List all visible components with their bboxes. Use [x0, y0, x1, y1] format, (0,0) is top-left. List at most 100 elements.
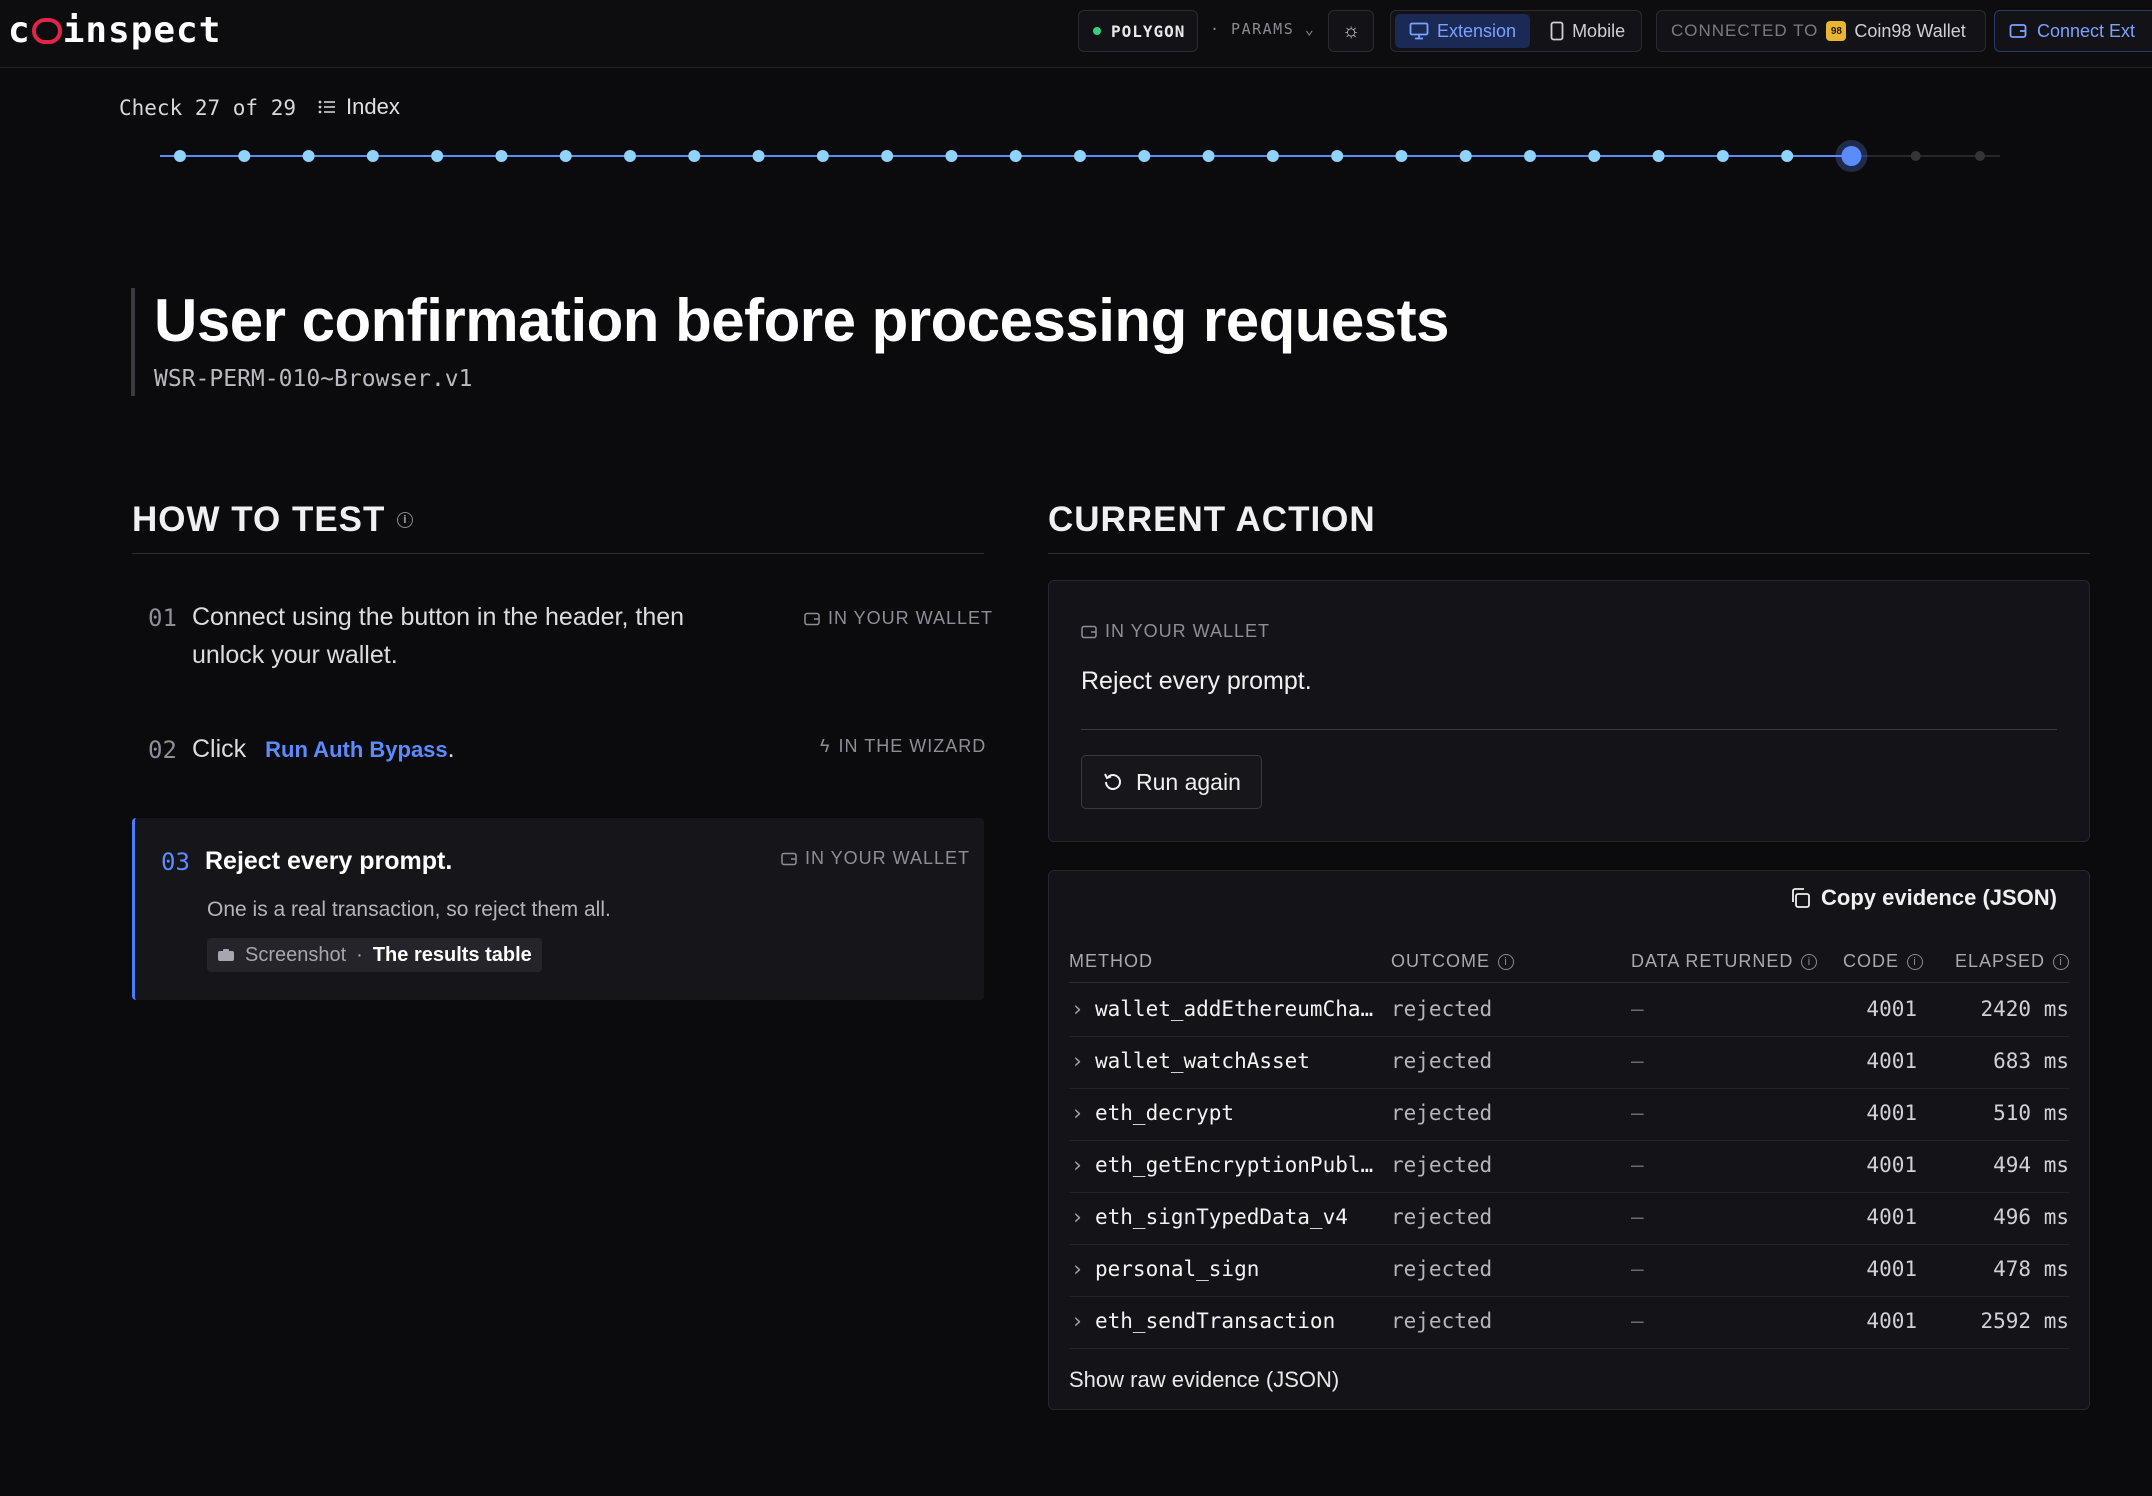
progress-step-done[interactable]	[1652, 150, 1665, 162]
device-extension-button[interactable]: Extension	[1395, 14, 1531, 48]
progress-step-done[interactable]	[495, 150, 508, 162]
table-row[interactable]: › personal_sign rejected — 4001 478 ms	[1069, 1245, 2069, 1297]
connection-status: CONNECTED TO 98 Coin98 Wallet	[1656, 10, 1986, 52]
table-row[interactable]: › wallet_addEthereumCha… rejected — 4001…	[1069, 985, 2069, 1037]
how-to-test-heading: HOW TO TEST i	[132, 500, 414, 540]
chevron-right-icon[interactable]: ›	[1071, 997, 1084, 1021]
elapsed-cell: 510 ms	[1993, 1101, 2069, 1125]
outcome-cell: rejected	[1391, 1257, 1493, 1281]
chevron-right-icon[interactable]: ›	[1071, 1101, 1084, 1125]
progress-step-done[interactable]	[559, 150, 572, 162]
info-icon[interactable]: i	[1498, 953, 1514, 970]
run-auth-bypass-link[interactable]: Run Auth Bypass	[265, 737, 448, 762]
device-mobile-button[interactable]: Mobile	[1536, 14, 1639, 48]
step-number: 01	[148, 604, 177, 632]
progress-step-pending[interactable]	[1910, 151, 1921, 161]
info-icon[interactable]: i	[1801, 953, 1818, 970]
network-label: POLYGON	[1111, 21, 1186, 41]
table-header: METHOD OUTCOME i DATA RETURNED i CODE i ELA…	[1069, 947, 2069, 983]
table-row[interactable]: › eth_decrypt rejected — 4001 510 ms	[1069, 1089, 2069, 1141]
data-cell: —	[1631, 1205, 1644, 1229]
data-cell: —	[1631, 1153, 1644, 1177]
check-progress-track	[160, 140, 2000, 172]
info-icon[interactable]: i	[1907, 953, 1924, 970]
copy-label: Copy evidence (JSON)	[1821, 885, 2057, 910]
chevron-right-icon[interactable]: ›	[1071, 1257, 1084, 1281]
step-01-tag: IN YOUR WALLET	[804, 608, 993, 629]
current-action-tag: IN YOUR WALLET	[1081, 621, 1270, 642]
divider	[1081, 729, 2057, 730]
params-menu[interactable]: · PARAMS ⌄	[1210, 20, 1315, 38]
elapsed-cell: 478 ms	[1993, 1257, 2069, 1281]
data-cell: —	[1631, 1257, 1644, 1281]
how-to-test-label: HOW TO TEST	[132, 500, 386, 539]
method-cell: personal_sign	[1095, 1257, 1260, 1281]
copy-evidence-button[interactable]: Copy evidence (JSON)	[1789, 885, 2057, 911]
column-label: METHOD	[1069, 951, 1153, 971]
progress-step-done[interactable]	[945, 150, 958, 162]
progress-step-current[interactable]	[1841, 146, 1862, 166]
wallet-name: Coin98 Wallet	[1854, 20, 1966, 41]
table-row[interactable]: › eth_getEncryptionPubl… rejected — 4001…	[1069, 1141, 2069, 1193]
progress-step-done[interactable]	[366, 150, 379, 162]
title-accent-bar	[131, 288, 135, 396]
step-text: Click Run Auth Bypass.	[192, 730, 455, 769]
progress-step-done[interactable]	[1524, 150, 1536, 162]
progress-step-done[interactable]	[302, 150, 315, 162]
code-cell: 4001	[1866, 997, 1917, 1021]
chevron-right-icon[interactable]: ›	[1071, 1153, 1084, 1177]
progress-step-done[interactable]	[1266, 150, 1279, 162]
progress-step-done[interactable]	[881, 150, 894, 162]
copy-icon	[1792, 888, 1810, 908]
network-selector[interactable]: POLYGON	[1078, 10, 1198, 52]
progress-step-done[interactable]	[1588, 150, 1601, 162]
show-raw-evidence-link[interactable]: Show raw evidence (JSON)	[1069, 1367, 1339, 1393]
wallet-icon	[804, 612, 820, 625]
code-cell: 4001	[1866, 1153, 1917, 1177]
table-row[interactable]: › wallet_watchAsset rejected — 4001 683 …	[1069, 1037, 2069, 1089]
progress-step-done[interactable]	[1781, 150, 1794, 162]
coinspect-logo[interactable]: c inspect	[8, 10, 221, 51]
progress-step-done[interactable]	[431, 150, 444, 162]
progress-step-done[interactable]	[688, 150, 701, 162]
outcome-cell: rejected	[1391, 997, 1493, 1021]
outcome-cell: rejected	[1391, 1101, 1493, 1125]
step-number: 03	[161, 848, 190, 876]
progress-step-pending[interactable]	[1975, 151, 1985, 161]
monitor-icon	[1409, 22, 1429, 40]
column-label: CODE	[1843, 951, 1900, 971]
chevron-right-icon[interactable]: ›	[1071, 1049, 1084, 1073]
chevron-right-icon[interactable]: ›	[1071, 1205, 1084, 1229]
data-cell: —	[1631, 997, 1644, 1021]
progress-step-done[interactable]	[1459, 150, 1472, 162]
progress-step-done[interactable]	[174, 150, 186, 162]
progress-step-done[interactable]	[238, 150, 251, 162]
chevron-right-icon[interactable]: ›	[1071, 1309, 1084, 1333]
step-02: 02 Click Run Auth Bypass.	[148, 735, 748, 764]
info-icon[interactable]: i	[397, 512, 414, 528]
progress-step-done[interactable]	[1009, 150, 1022, 162]
index-link[interactable]: Index	[318, 94, 400, 120]
progress-step-done[interactable]	[1138, 150, 1151, 162]
screenshot-chip[interactable]: Screenshot · The results table	[207, 938, 542, 972]
step-detail: One is a real transaction, so reject the…	[207, 898, 611, 921]
connect-extension-button[interactable]: Connect Ext	[1994, 10, 2152, 52]
progress-step-done[interactable]	[1331, 150, 1344, 162]
elapsed-cell: 2592 ms	[1980, 1309, 2069, 1333]
data-cell: —	[1631, 1101, 1644, 1125]
theme-toggle-button[interactable]: ☼	[1328, 10, 1374, 52]
step-text: Reject every prompt.	[205, 847, 453, 875]
progress-step-done[interactable]	[1395, 150, 1408, 162]
table-row[interactable]: › eth_sendTransaction rejected — 4001 25…	[1069, 1297, 2069, 1349]
progress-step-done[interactable]	[1074, 150, 1086, 162]
progress-step-done[interactable]	[624, 150, 636, 162]
connect-button-label: Connect Ext	[2037, 20, 2136, 41]
progress-step-done[interactable]	[1716, 150, 1729, 162]
run-again-button[interactable]: Run again	[1081, 755, 1262, 809]
table-row[interactable]: › eth_signTypedData_v4 rejected — 4001 4…	[1069, 1193, 2069, 1245]
progress-step-done[interactable]	[752, 150, 765, 162]
progress-step-done[interactable]	[816, 150, 829, 162]
info-icon[interactable]: i	[2053, 953, 2069, 970]
column-outcome: OUTCOME i	[1391, 951, 1514, 972]
progress-step-done[interactable]	[1202, 150, 1215, 162]
